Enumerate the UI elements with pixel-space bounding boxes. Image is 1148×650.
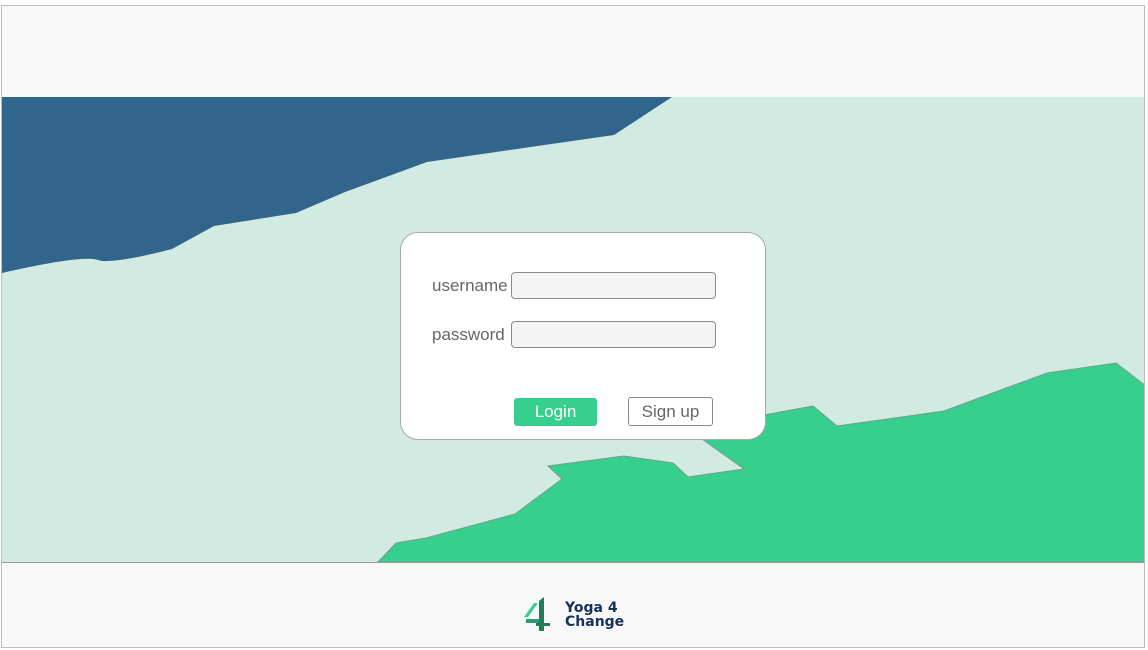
top-bar — [2, 6, 1144, 98]
password-label: password — [432, 324, 505, 344]
username-row: username — [432, 272, 716, 299]
app-frame: username password Login Sign up Yoga 4 C… — [1, 5, 1145, 648]
yoga-4-change-logo-icon — [524, 597, 550, 631]
signup-button[interactable]: Sign up — [628, 397, 713, 426]
username-label: username — [432, 275, 508, 295]
username-input[interactable] — [511, 272, 716, 299]
brand-name: Yoga 4 Change — [565, 601, 624, 629]
brand-line-2: Change — [565, 614, 625, 630]
brand-logo[interactable]: Yoga 4 Change — [522, 595, 624, 635]
footer-bar: Yoga 4 Change — [2, 563, 1144, 647]
brand-line-1: Yoga 4 — [565, 600, 618, 616]
password-input[interactable] — [511, 321, 716, 348]
password-row: password — [432, 321, 716, 348]
login-button[interactable]: Login — [514, 398, 597, 426]
login-card: username password Login Sign up — [400, 232, 766, 440]
